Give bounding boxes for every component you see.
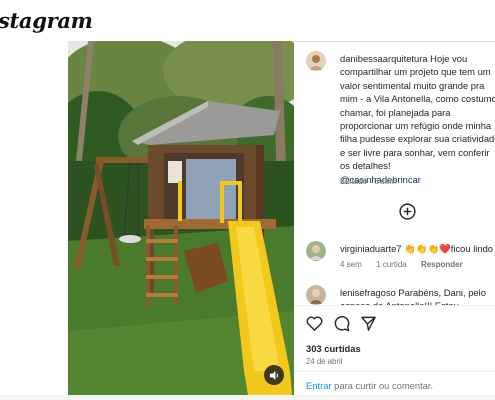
login-link[interactable]: Entrar [306,380,332,391]
edited-timestamp: Editado · 6 sem [340,177,397,186]
volume-icon[interactable] [264,365,284,385]
comment-likes[interactable]: 1 curtida [376,260,407,269]
author-avatar[interactable] [306,51,326,71]
composer-divider [294,371,495,372]
reply-button[interactable]: Responder [421,260,463,269]
comment-username[interactable]: lenisefragoso [340,287,396,298]
comment-age: 4 sem [340,260,362,269]
post-caption: danibessaarquitetura Hoje vou compartilh… [340,52,495,186]
comment-prompt: Entrar para curtir ou comentar. [306,380,433,391]
actions-divider [294,305,495,306]
like-count[interactable]: 303 curtidas [306,343,361,354]
heart-icon[interactable] [306,315,323,332]
comment-prompt-text: para curtir ou comentar. [331,380,434,391]
comment-meta: 4 sem 1 curtida Responder [340,260,475,269]
instagram-logo[interactable]: stagram [0,8,93,33]
playhouse-photo [68,41,294,395]
plus-circle-icon[interactable] [399,203,416,220]
author-username[interactable]: danibessaarquitetura [340,53,428,64]
commenter-avatar[interactable] [306,285,326,305]
comment-item: virginiaduarte7 👏👏👏❤️ficou lindo [340,242,493,255]
comment-username[interactable]: virginiaduarte7 [340,243,402,254]
comment-item: lenisefragoso Parabéns, Dani, pelo espaç… [340,286,495,305]
share-icon[interactable] [360,315,377,332]
commenter-avatar[interactable] [306,241,326,261]
post-image[interactable] [68,41,294,395]
caption-text: Hoje vou compartilhar um projeto que tem… [340,53,495,172]
post-date: 24 de abril [306,357,343,366]
comment-icon[interactable] [333,315,350,332]
comment-text: 👏👏👏❤️ficou lindo [404,243,494,254]
page-bottom-edge [0,395,495,400]
